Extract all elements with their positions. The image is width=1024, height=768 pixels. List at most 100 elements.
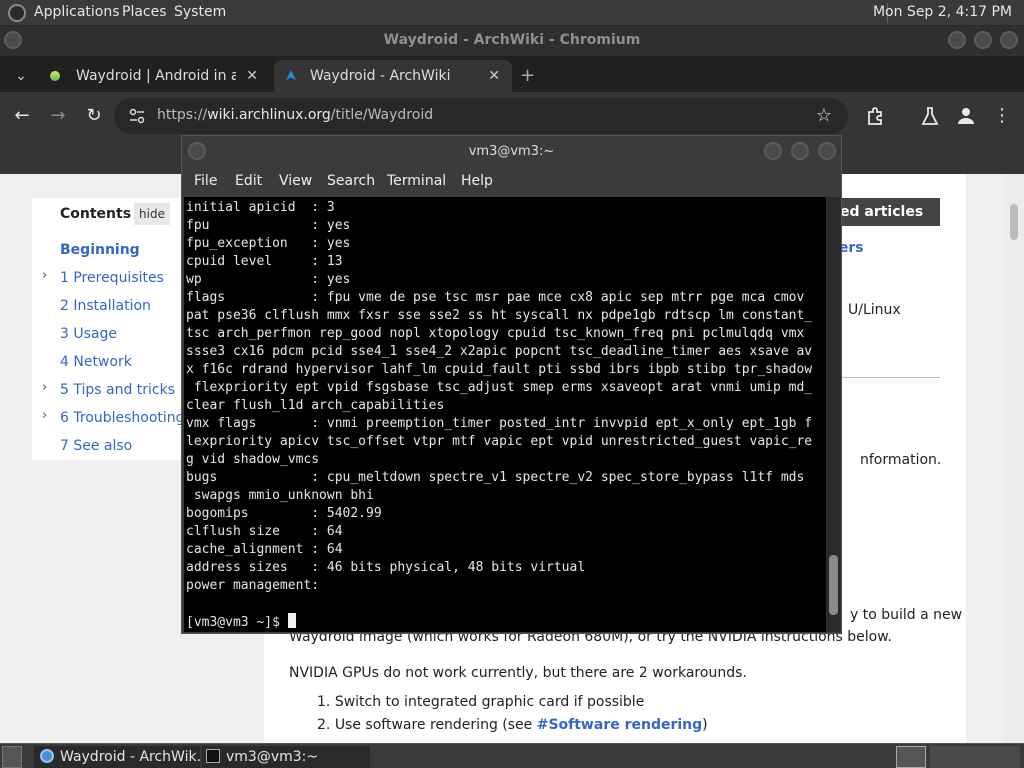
terminal-line: cache_alignment : 64 bbox=[186, 542, 343, 557]
related-heading: ed articles bbox=[840, 204, 924, 220]
new-tab-button[interactable]: + bbox=[520, 60, 540, 92]
close-window-button[interactable] bbox=[1000, 31, 1018, 49]
terminal-window: vm3@vm3:~ File Edit View Search Terminal… bbox=[181, 135, 842, 634]
toc-expand-icon[interactable]: › bbox=[42, 268, 47, 283]
window-menu-icon[interactable] bbox=[188, 142, 206, 160]
terminal-line: address sizes : 46 bits physical, 48 bit… bbox=[186, 560, 586, 575]
terminal-icon bbox=[206, 749, 220, 763]
toc-expand-icon[interactable]: › bbox=[42, 380, 47, 395]
taskbar-item-label: Waydroid - ArchWik... bbox=[60, 749, 200, 765]
minimize-button[interactable] bbox=[764, 142, 782, 160]
profile-avatar-icon[interactable] bbox=[956, 106, 976, 126]
waydroid-favicon-icon bbox=[50, 71, 60, 81]
terminal-line: cpuid level : 13 bbox=[186, 254, 343, 269]
terminal-line: fpu : yes bbox=[186, 218, 351, 233]
tab-label: Waydroid - ArchWiki bbox=[310, 68, 451, 84]
terminal-line: flexpriority ept vpid fsgsbase tsc_adjus… bbox=[186, 380, 813, 395]
address-bar[interactable]: https://wiki.archlinux.org/title/Waydroi… bbox=[114, 98, 848, 134]
top-panel: Applications Places System Mon Sep 2, 4:… bbox=[0, 0, 1024, 26]
toc-item-installation[interactable]: 2 Installation bbox=[60, 298, 151, 314]
labs-flask-icon[interactable] bbox=[920, 106, 940, 126]
extensions-icon[interactable] bbox=[866, 106, 886, 126]
window-menu-icon[interactable] bbox=[4, 31, 22, 49]
terminal-line: lexpriority apicv tsc_offset vtpr mtf va… bbox=[186, 434, 813, 449]
workspace-switcher[interactable] bbox=[896, 746, 926, 768]
toc-item-troubleshooting[interactable]: 6 Troubleshooting bbox=[60, 410, 185, 426]
page-scrollbar[interactable] bbox=[1004, 174, 1024, 743]
clock[interactable]: Mon Sep 2, 4:17 PM bbox=[873, 4, 1012, 20]
menu-terminal[interactable]: Terminal bbox=[387, 173, 446, 189]
distro-logo-icon[interactable] bbox=[8, 4, 26, 22]
text-cursor bbox=[287, 613, 296, 628]
show-desktop-icon[interactable] bbox=[2, 746, 22, 768]
tab-archwiki[interactable]: Waydroid - ArchWiki ✕ bbox=[274, 60, 512, 92]
terminal-line: initial apicid : 3 bbox=[186, 200, 335, 215]
terminal-prompt-line[interactable]: [vm3@vm3 ~]$ bbox=[186, 613, 824, 631]
article-text: y to build a new bbox=[850, 607, 963, 623]
shell-prompt: [vm3@vm3 ~]$ bbox=[186, 615, 288, 630]
browser-menu-icon[interactable]: ⋮ bbox=[990, 104, 1014, 128]
toc-item-network[interactable]: 4 Network bbox=[60, 354, 132, 370]
menu-edit[interactable]: Edit bbox=[235, 173, 262, 189]
site-info-icon[interactable] bbox=[128, 108, 146, 124]
terminal-line: pat pse36 clflush mmx fxsr sse sse2 ss h… bbox=[186, 308, 813, 323]
url-text[interactable]: https://wiki.archlinux.org/title/Waydroi… bbox=[157, 107, 433, 123]
terminal-line: bogomips : 5402.99 bbox=[186, 506, 382, 521]
maximize-button[interactable] bbox=[974, 31, 992, 49]
scrollbar-thumb[interactable] bbox=[829, 555, 838, 615]
terminal-line: bugs : cpu_meltdown spectre_v1 spectre_v… bbox=[186, 470, 805, 485]
terminal-line: vmx flags : vnmi preemption_timer posted… bbox=[186, 416, 813, 431]
taskbar-item-terminal[interactable]: vm3@vm3:~ bbox=[202, 746, 370, 768]
close-tab-icon[interactable]: ✕ bbox=[488, 60, 500, 92]
reload-button[interactable]: ↻ bbox=[82, 104, 106, 128]
forward-button[interactable]: → bbox=[46, 104, 70, 128]
toc-hide-button[interactable]: hide bbox=[134, 203, 170, 225]
terminal-line: power management: bbox=[186, 578, 320, 593]
menu-help[interactable]: Help bbox=[461, 173, 493, 189]
archwiki-favicon-icon bbox=[286, 70, 296, 80]
taskbar-item-chromium[interactable]: Waydroid - ArchWik... bbox=[34, 746, 200, 768]
tab-search-chevron-icon[interactable]: ⌄ bbox=[8, 60, 34, 92]
menu-search[interactable]: Search bbox=[327, 173, 375, 189]
terminal-scrollbar[interactable] bbox=[826, 197, 841, 632]
toc-item-see-also[interactable]: 7 See also bbox=[60, 438, 132, 454]
toc-item-usage[interactable]: 3 Usage bbox=[60, 326, 117, 342]
tab-strip: ⌄ Waydroid | Android in a Linux ✕ Waydro… bbox=[0, 56, 1024, 92]
taskbar-item-label: vm3@vm3:~ bbox=[226, 749, 319, 765]
toc-title: Contents bbox=[60, 206, 132, 222]
terminal-line: clear flush_l1d arch_capabilities bbox=[186, 398, 445, 413]
close-window-button[interactable] bbox=[818, 142, 836, 160]
minimize-button[interactable] bbox=[948, 31, 966, 49]
article-text: nformation. bbox=[860, 452, 942, 468]
list-item-text: Use software rendering (see bbox=[334, 717, 537, 733]
applications-menu[interactable]: Applications bbox=[34, 4, 120, 20]
tab-waydroid-android[interactable]: Waydroid | Android in a Linux ✕ bbox=[36, 60, 270, 92]
terminal-line: ssse3 cx16 pdcm pcid sse4_1 sse4_2 x2api… bbox=[186, 344, 813, 359]
maximize-button[interactable] bbox=[791, 142, 809, 160]
toc-item-tips[interactable]: 5 Tips and tricks bbox=[60, 382, 175, 398]
menu-file[interactable]: File bbox=[194, 173, 217, 189]
url-path: /title/Waydroid bbox=[330, 107, 434, 123]
terminal-title: vm3@vm3:~ bbox=[468, 144, 555, 159]
back-button[interactable]: ← bbox=[10, 104, 34, 128]
tab-label: Waydroid | Android in a Linux bbox=[76, 68, 236, 84]
terminal-menubar: File Edit View Search Terminal Help bbox=[182, 168, 841, 194]
system-menu[interactable]: System bbox=[174, 4, 226, 20]
terminal-titlebar[interactable]: vm3@vm3:~ bbox=[182, 136, 841, 168]
software-rendering-link[interactable]: #Software rendering bbox=[537, 717, 702, 733]
toc-item-prerequisites[interactable]: 1 Prerequisites bbox=[60, 270, 164, 286]
list-item: 2. Use software rendering (see #Software… bbox=[317, 717, 708, 733]
menu-view[interactable]: View bbox=[279, 173, 312, 189]
terminal-output[interactable]: initial apicid : 3 fpu : yes fpu_excepti… bbox=[184, 197, 826, 632]
list-item-text: ) bbox=[702, 717, 708, 733]
toc-item-beginning[interactable]: Beginning bbox=[60, 242, 140, 258]
close-tab-icon[interactable]: ✕ bbox=[246, 60, 258, 92]
article-text: U/Linux bbox=[848, 302, 901, 318]
bookmark-star-icon[interactable]: ☆ bbox=[812, 104, 836, 128]
workspace-switcher[interactable] bbox=[930, 746, 1020, 768]
toc-expand-icon[interactable]: › bbox=[42, 408, 47, 423]
divider bbox=[840, 377, 940, 378]
scrollbar-thumb[interactable] bbox=[1010, 204, 1018, 240]
places-menu[interactable]: Places bbox=[122, 4, 167, 20]
